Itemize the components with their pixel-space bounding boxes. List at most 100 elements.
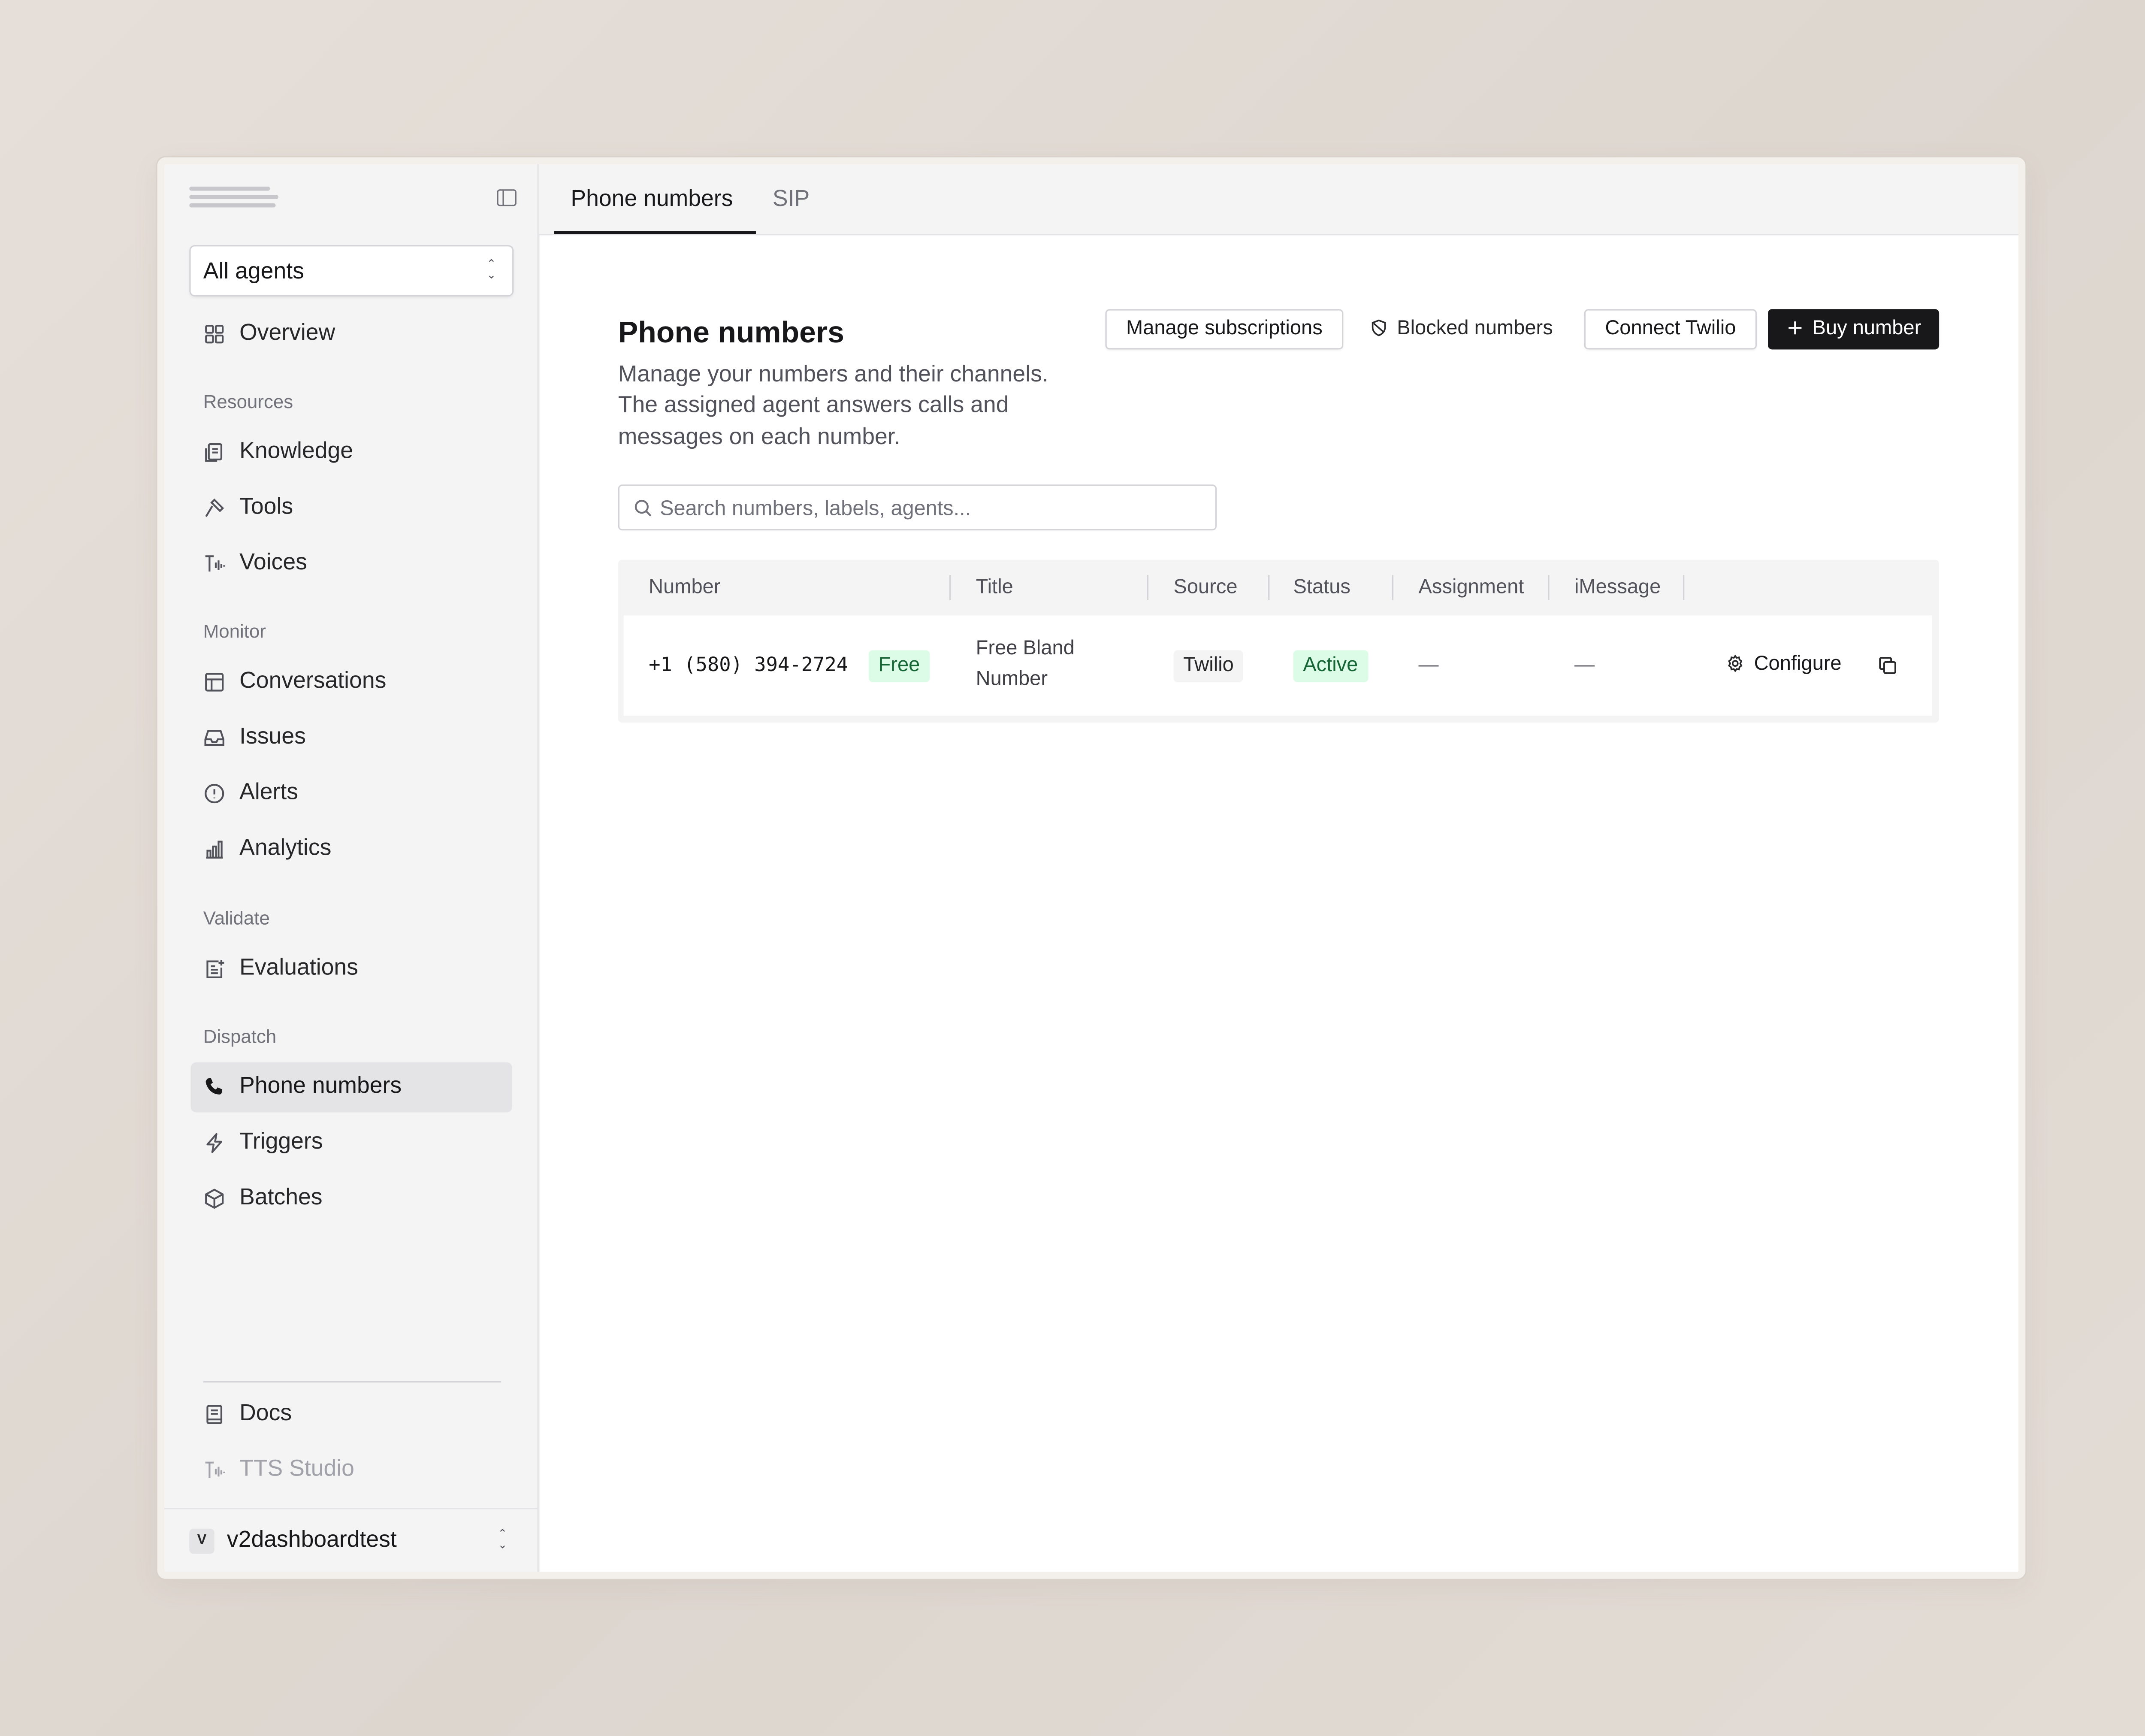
column-divider [949, 575, 951, 600]
column-header-number[interactable]: Number [649, 576, 720, 599]
sidebar: All agents ⌃ ⌄ Overview Resources Knowled… [164, 164, 539, 1572]
sidebar-item-label: Issues [239, 724, 306, 749]
page-description: Manage your numbers and their channels. … [618, 362, 1048, 449]
sidebar-item-label: Knowledge [239, 439, 353, 464]
inbox-icon [203, 727, 226, 749]
sidebar-item-label: Batches [239, 1185, 323, 1210]
lightning-icon [203, 1132, 226, 1154]
page-title: Phone numbers [618, 316, 844, 350]
grid-icon [203, 323, 226, 345]
search-input[interactable] [660, 493, 1203, 524]
avatar: V [189, 1528, 214, 1554]
app-window: All agents ⌃ ⌄ Overview Resources Knowled… [157, 157, 2026, 1579]
sidebar-item-label: Phone numbers [239, 1073, 402, 1099]
assignment-value: — [1418, 654, 1439, 677]
gear-icon [1726, 654, 1744, 672]
number-title-line1: Free Bland [976, 638, 1075, 660]
sidebar-item-label: Analytics [239, 835, 332, 861]
account-switcher[interactable]: V v2dashboardtest ⌃ ⌄ [164, 1508, 538, 1572]
book-icon [203, 1403, 226, 1426]
document-icon [203, 442, 226, 464]
sidebar-item-knowledge[interactable]: Knowledge [191, 427, 513, 478]
sidebar-item-batches[interactable]: Batches [191, 1173, 513, 1224]
sidebar-item-label: Voices [239, 550, 307, 575]
column-header-source[interactable]: Source [1173, 576, 1237, 599]
sidebar-item-voices[interactable]: Voices [191, 539, 513, 589]
sidebar-item-issues[interactable]: Issues [191, 713, 513, 763]
phone-icon [203, 1076, 226, 1098]
sidebar-item-label: Tools [239, 494, 293, 520]
section-label-dispatch: Dispatch [203, 1026, 277, 1047]
tab-phone-numbers[interactable]: Phone numbers [571, 187, 733, 213]
button-label: Connect Twilio [1605, 317, 1736, 340]
sidebar-item-overview[interactable]: Overview [191, 309, 513, 359]
sidebar-item-conversations[interactable]: Conversations [191, 657, 513, 708]
connect-twilio-button[interactable]: Connect Twilio [1584, 309, 1757, 350]
section-label-validate: Validate [203, 907, 270, 929]
plus-icon [1786, 318, 1804, 336]
column-header-assignment[interactable]: Assignment [1419, 576, 1524, 599]
sidebar-item-label: Evaluations [239, 955, 358, 980]
sidebar-item-alerts[interactable]: Alerts [191, 768, 513, 819]
column-header-status[interactable]: Status [1293, 576, 1350, 599]
account-name: v2dashboardtest [227, 1527, 397, 1553]
app-logo [189, 186, 278, 209]
alert-circle-icon [203, 783, 226, 805]
source-badge: Twilio [1173, 650, 1244, 683]
sidebar-item-evaluations[interactable]: Evaluations [191, 944, 513, 994]
button-label: Buy number [1812, 317, 1921, 340]
plan-badge: Free [868, 650, 930, 683]
column-divider [1683, 575, 1685, 600]
hammer-icon [203, 497, 226, 519]
column-header-imessage[interactable]: iMessage [1574, 576, 1661, 599]
sidebar-item-tts-studio[interactable]: TTS Studio [191, 1445, 513, 1495]
sidebar-item-tools[interactable]: Tools [191, 483, 513, 533]
phone-number: +1 (580) 394-2724 [649, 654, 849, 677]
column-divider [1147, 575, 1149, 600]
number-title-line2: Number [976, 668, 1048, 691]
manage-subscriptions-button[interactable]: Manage subscriptions [1105, 309, 1344, 350]
column-divider [1548, 575, 1550, 600]
button-label: Manage subscriptions [1126, 317, 1323, 340]
sidebar-item-label: Overview [239, 320, 335, 345]
button-label: Blocked numbers [1397, 317, 1553, 340]
main-content: Phone numbers Manage your numbers and th… [540, 235, 2019, 1572]
sidebar-item-label: TTS Studio [239, 1456, 354, 1482]
tab-sip[interactable]: SIP [773, 187, 810, 213]
tab-bar: Phone numbers SIP [538, 164, 2019, 236]
blocked-icon [1371, 318, 1389, 336]
sidebar-item-label: Docs [239, 1400, 292, 1426]
package-icon [203, 1188, 226, 1210]
clipboard-icon [203, 958, 226, 980]
column-divider [1268, 575, 1270, 600]
bar-chart-icon [203, 838, 226, 860]
copy-icon[interactable] [1878, 656, 1897, 675]
agent-selector-value: All agents [203, 259, 304, 284]
chevron-updown-icon: ⌃ ⌄ [486, 257, 496, 281]
sidebar-item-triggers[interactable]: Triggers [191, 1118, 513, 1168]
imessage-value: — [1574, 654, 1595, 677]
search-field[interactable] [618, 484, 1217, 531]
sidebar-divider [203, 1381, 502, 1383]
sidebar-item-label: Alerts [239, 780, 299, 805]
configure-button[interactable]: Configure [1726, 653, 1842, 675]
column-header-title[interactable]: Title [976, 576, 1013, 599]
agent-selector[interactable]: All agents ⌃ ⌄ [189, 245, 514, 297]
table-icon [203, 671, 226, 693]
sidebar-item-label: Triggers [239, 1129, 323, 1155]
active-tab-indicator [554, 231, 756, 234]
status-badge: Active [1293, 650, 1368, 683]
sidebar-item-label: Conversations [239, 668, 387, 693]
phone-numbers-table: Number Title Source Status Assignment iM… [618, 560, 1940, 723]
blocked-numbers-button[interactable]: Blocked numbers [1359, 309, 1565, 349]
buy-number-button[interactable]: Buy number [1768, 309, 1940, 350]
sidebar-item-docs[interactable]: Docs [191, 1389, 513, 1440]
audio-waveform-icon [203, 553, 226, 575]
table-row[interactable]: +1 (580) 394-2724 Free Free Bland Number… [623, 615, 1932, 716]
sidebar-item-phone-numbers[interactable]: Phone numbers [190, 1062, 513, 1113]
search-icon [633, 499, 653, 518]
configure-label: Configure [1754, 653, 1842, 675]
audio-waveform-icon [203, 1459, 226, 1482]
sidebar-collapse-icon[interactable] [497, 189, 517, 206]
sidebar-item-analytics[interactable]: Analytics [191, 824, 513, 874]
